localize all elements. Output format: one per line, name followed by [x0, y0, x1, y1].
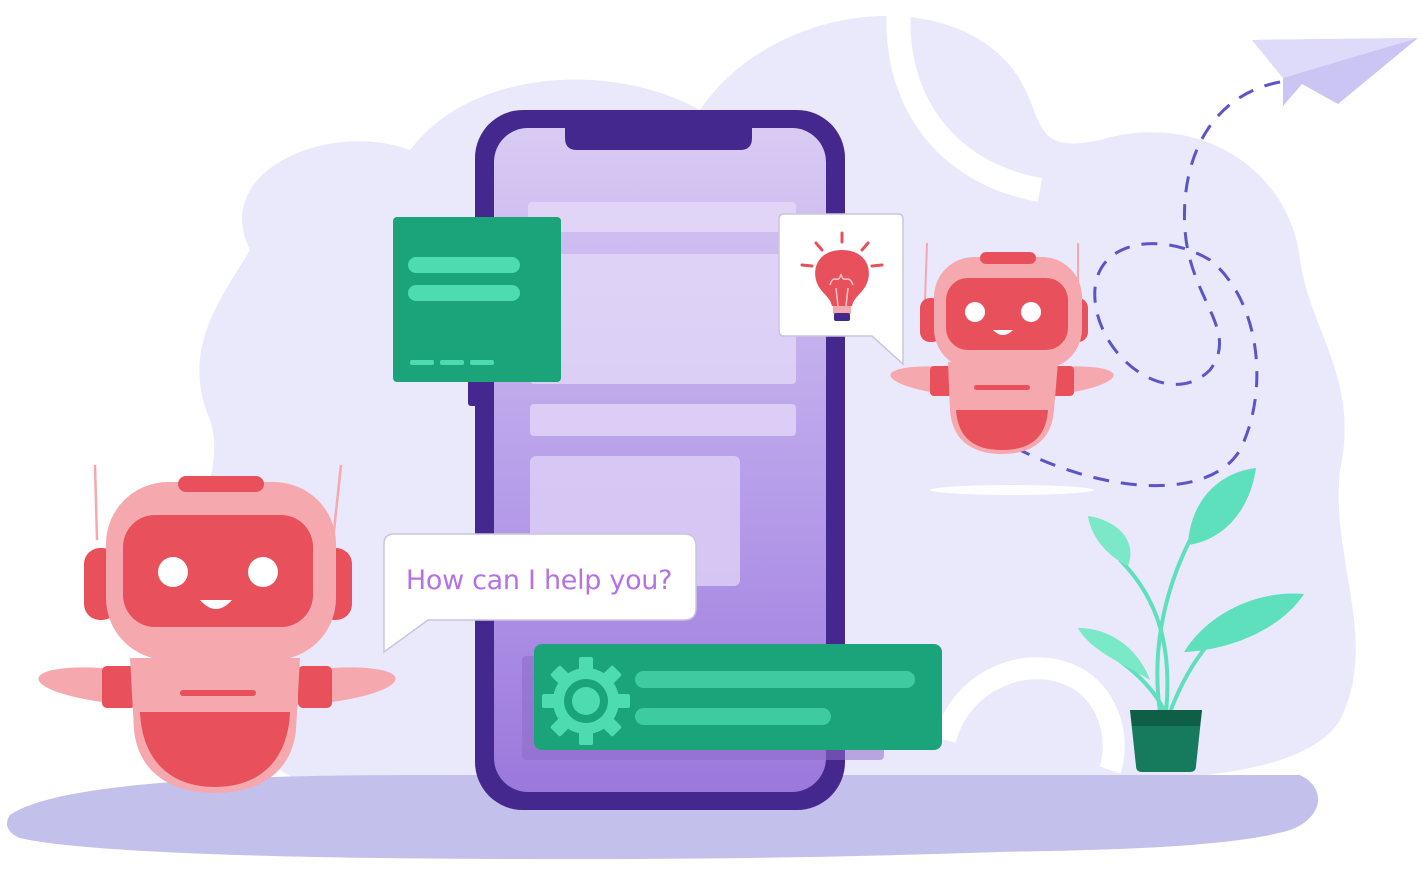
paper-plane-icon [1252, 38, 1418, 106]
chatbot-illustration: How can I help you? [0, 0, 1421, 878]
gear-icon [542, 657, 630, 745]
illustration-canvas [7, 0, 1418, 860]
speech-bubble-text: How can I help you? [405, 564, 673, 596]
settings-card [522, 644, 942, 760]
message-card [393, 217, 561, 406]
